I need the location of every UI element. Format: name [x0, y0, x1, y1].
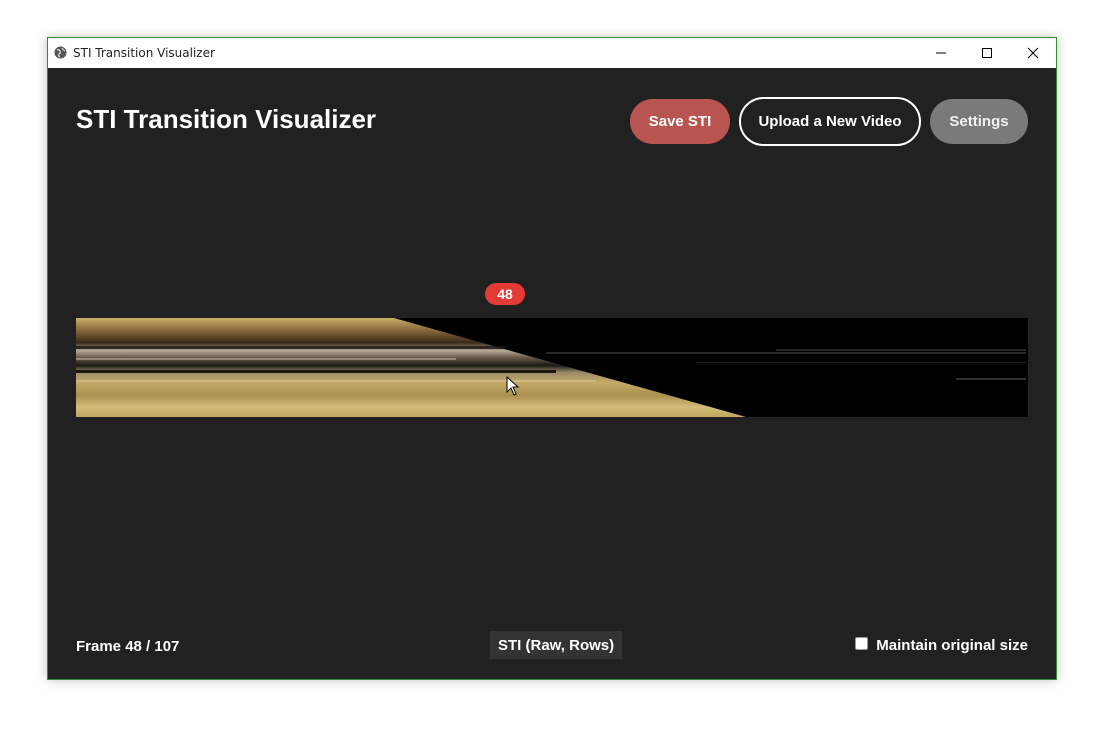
maintain-size-option[interactable]: Maintain original size	[855, 637, 1028, 654]
maintain-size-label[interactable]: Maintain original size	[876, 637, 1028, 654]
minimize-icon	[936, 52, 946, 54]
page-title: STI Transition Visualizer	[76, 104, 377, 134]
mouse-cursor-icon	[506, 376, 520, 396]
maintain-size-checkbox[interactable]	[855, 637, 869, 650]
frame-counter: Frame 48 / 107	[76, 638, 180, 655]
save-sti-button[interactable]: Save STI	[630, 99, 730, 144]
main-content: STI Transition Visualizer Save STI Uploa…	[48, 68, 1056, 679]
maximize-button[interactable]	[964, 38, 1010, 68]
maximize-icon	[982, 48, 992, 58]
upload-video-button[interactable]: Upload a New Video	[739, 97, 921, 146]
title-bar: STI Transition Visualizer	[48, 38, 1056, 68]
window-title: STI Transition Visualizer	[73, 46, 215, 60]
globe-icon	[54, 46, 67, 59]
close-icon	[1027, 47, 1039, 59]
settings-button[interactable]: Settings	[930, 99, 1028, 144]
app-window: STI Transition Visualizer STI Transition…	[47, 37, 1057, 680]
close-button[interactable]	[1010, 38, 1056, 68]
minimize-button[interactable]	[918, 38, 964, 68]
sti-image[interactable]	[76, 318, 1028, 417]
sti-mode-label[interactable]: STI (Raw, Rows)	[490, 631, 623, 659]
frame-marker-badge[interactable]: 48	[485, 283, 525, 305]
